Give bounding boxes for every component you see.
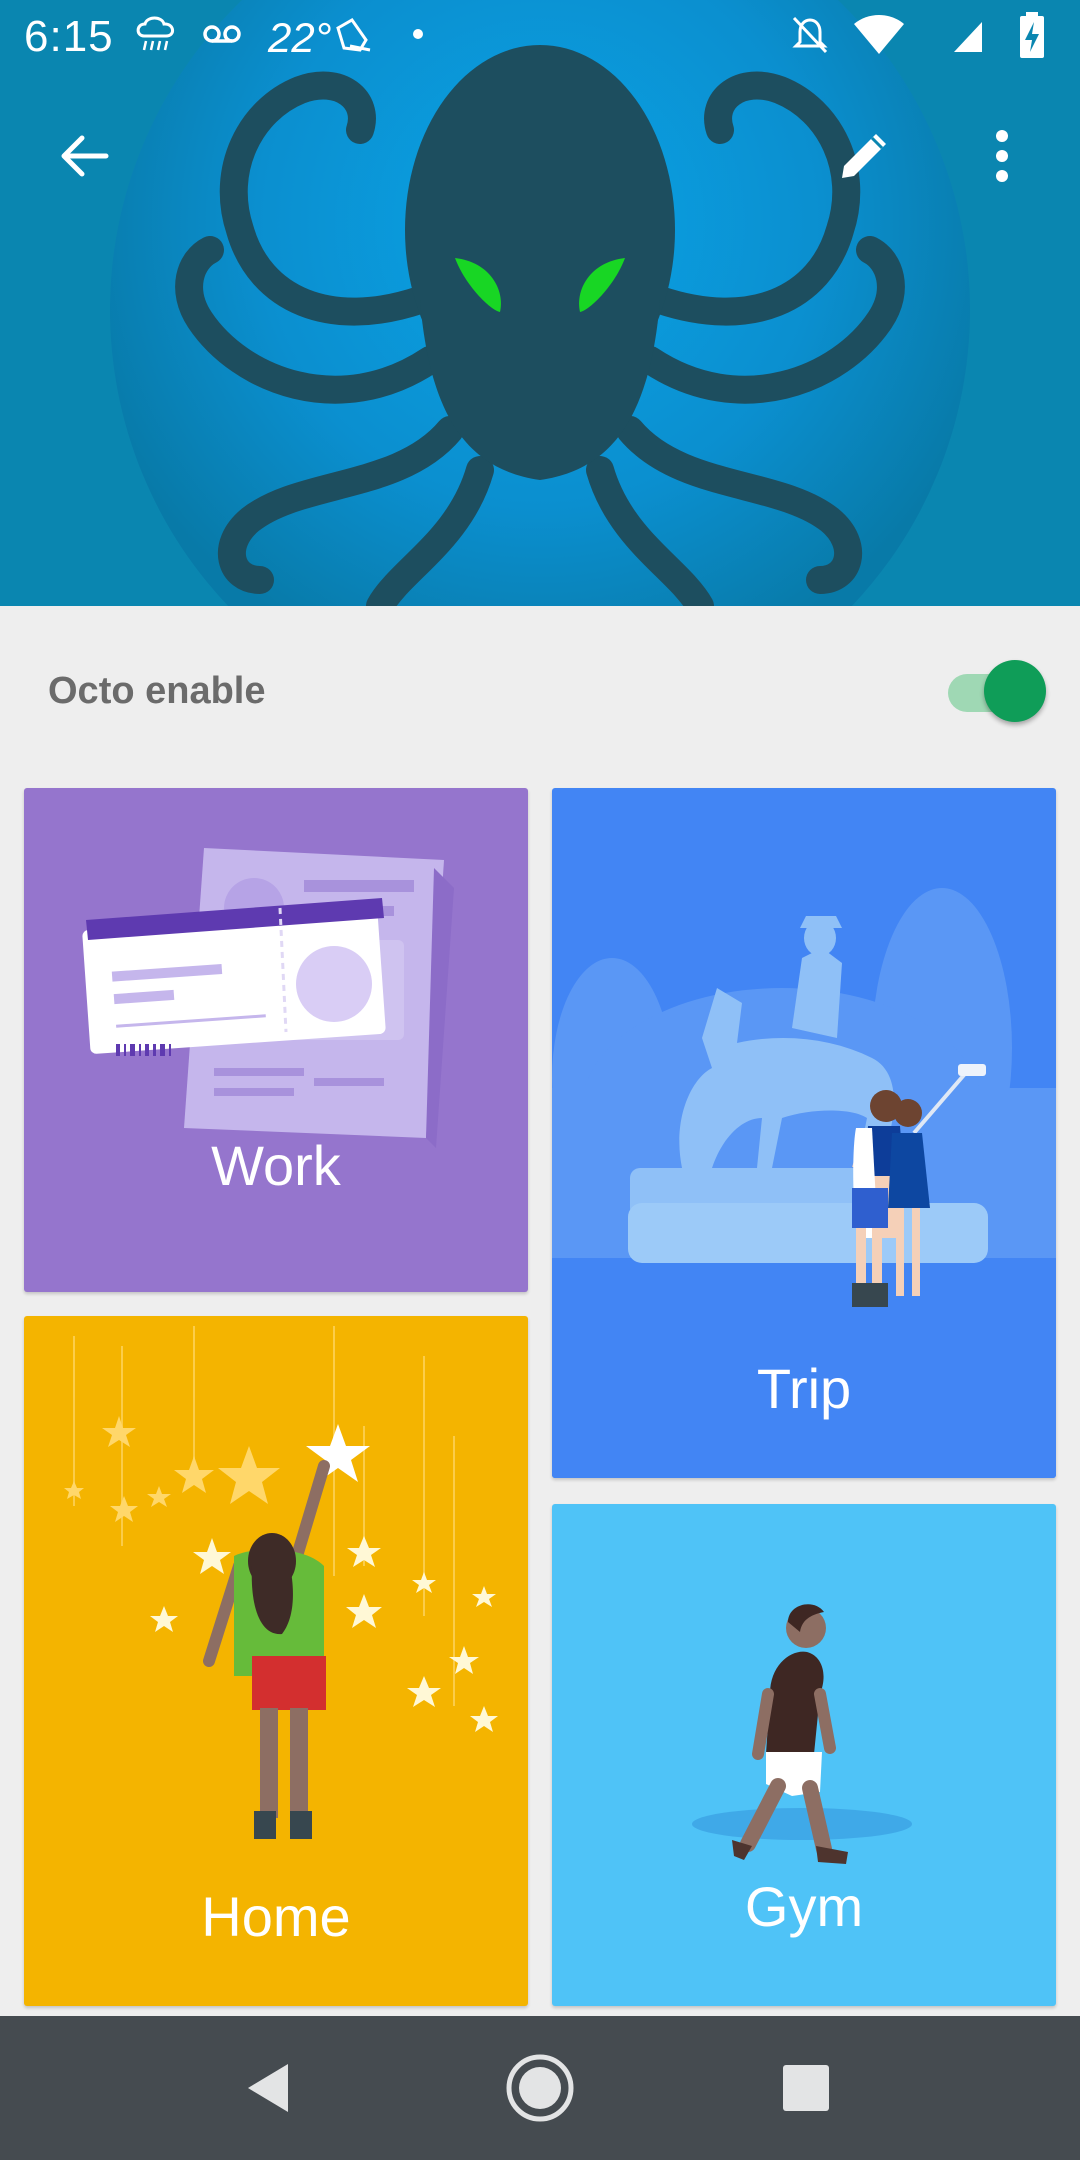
trip-card-label: Trip [756,1357,852,1420]
wifi-icon [854,15,904,54]
switch-thumb [984,660,1046,722]
nav-back-button[interactable] [222,2040,318,2136]
gym-card-label: Gym [744,1875,864,1938]
pencil-icon [842,134,886,178]
nav-back-icon [248,2064,288,2112]
nav-recents-icon [783,2065,829,2111]
nav-home-button[interactable] [492,2040,588,2136]
home-card[interactable]: Home [24,1316,528,2006]
work-card-label: Work [211,1134,341,1197]
arrow-back-icon [61,135,109,177]
nav-recents-button[interactable] [758,2040,854,2136]
trip-card[interactable]: Trip [552,788,1056,1478]
header-image [0,0,1080,606]
back-button[interactable] [36,108,132,204]
home-card-label: Home [201,1885,351,1948]
octo-enable-switch[interactable] [948,660,1048,724]
more-options-button[interactable] [954,108,1050,204]
work-card[interactable]: Work [24,788,528,1292]
status-time: 6:15 [24,12,114,61]
octo-enable-label: Octo enable [48,670,266,712]
status-bar: 6:15 22° [0,0,1080,72]
octopus-illustration [0,0,1080,606]
octo-enable-row: Octo enable [0,610,1080,780]
nav-home-icon [506,2054,574,2122]
weather-rain-icon [136,16,174,51]
notification-icon [336,18,371,52]
edit-button[interactable] [816,108,912,204]
battery-charging-icon [1020,12,1044,58]
tickets-illustration [82,848,454,1148]
gym-card[interactable]: Gym [552,1504,1056,2006]
notifications-off-icon [792,16,828,54]
navigation-bar [0,2016,1080,2160]
voicemail-icon [203,25,241,43]
dot-icon [413,29,423,39]
more-vert-icon [996,130,1008,182]
signal-icon [954,22,982,52]
status-temperature: 22° [268,14,332,61]
